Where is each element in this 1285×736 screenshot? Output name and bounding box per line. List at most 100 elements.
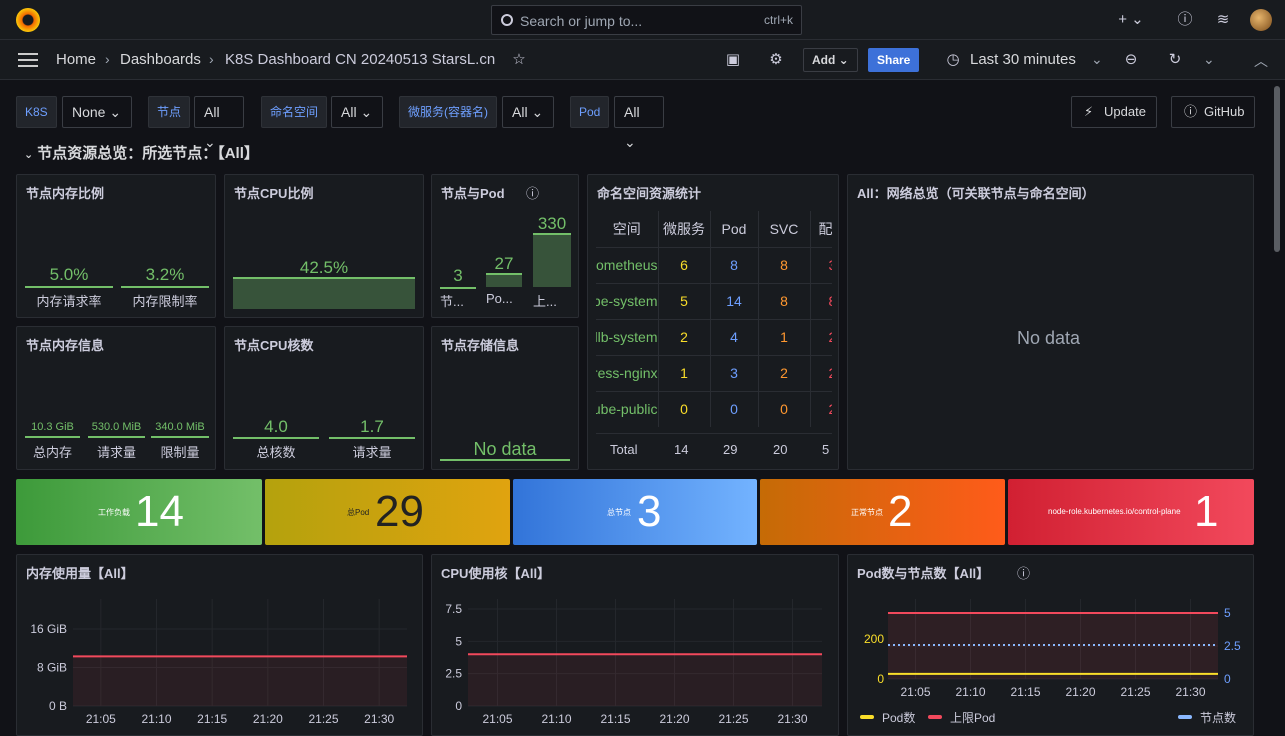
gauge-value: 4.0: [264, 417, 288, 436]
add-label: Add: [812, 53, 836, 67]
table-cell: 2: [809, 354, 832, 391]
no-data-text: No data: [473, 439, 537, 459]
star-icon[interactable]: ☆: [509, 50, 529, 70]
table-row[interactable]: ingress-nginx1322: [596, 354, 832, 391]
stat-nodes[interactable]: 总节点 3: [513, 479, 757, 545]
table-cell: 2: [809, 390, 832, 427]
gauge-bar: [25, 286, 113, 288]
grafana-logo-icon[interactable]: [16, 8, 40, 32]
gauge-label: 总核数: [256, 445, 296, 460]
bar-value: 27: [494, 254, 514, 273]
x-tick-label: 21:20: [1065, 685, 1095, 699]
share-button[interactable]: Share: [868, 48, 920, 72]
cpu-chart[interactable]: 7.5 5 2.5 0 21:05 21:10 21:15 21:20 21:25 21:30: [432, 555, 839, 736]
gauge-bar: [440, 459, 570, 461]
table-cell: 6: [657, 246, 710, 283]
gauge-bar: [121, 286, 209, 288]
panel-pods-nodes: Pod数与节点数【All】 ⓘ 200 0 5 2.5 0 21:05 21:10 21:15…: [847, 554, 1254, 736]
stat-value: 29: [375, 487, 424, 536]
y-tick-label: 5: [455, 634, 462, 648]
legend-label: Pod数: [882, 710, 915, 725]
github-link-button[interactable]: ⓘ GitHub: [1171, 96, 1256, 128]
stat-value: 1: [1194, 487, 1219, 536]
search-icon: [501, 14, 513, 26]
table-header-row: 空间 微服务 Pod SVC 配: [596, 211, 832, 247]
new-plus-icon[interactable]: + ⌄: [1114, 10, 1148, 30]
variable-value: None: [72, 104, 106, 120]
variable-value: All: [204, 104, 220, 120]
scrollbar[interactable]: [1274, 86, 1280, 252]
update-link-button[interactable]: ⚡ Update: [1071, 96, 1157, 128]
table-row[interactable]: prometheus6883: [596, 246, 832, 283]
zoom-out-icon[interactable]: ⊖: [1121, 50, 1141, 70]
chevron-right-icon: ›: [209, 51, 214, 67]
stat-pods[interactable]: 总Pod 29: [265, 479, 510, 545]
table-container[interactable]: 空间 微服务 Pod SVC 配 prometheus6883kube-syst…: [596, 211, 832, 451]
gauge-bar: [88, 436, 145, 438]
gauge-label: 总内存: [32, 445, 72, 460]
table-row[interactable]: metallb-system2412: [596, 318, 832, 355]
panel-title: 节点CPU比例: [234, 186, 314, 201]
col-header[interactable]: 微服务: [657, 211, 710, 247]
stat-workloads[interactable]: 工作负载 14: [16, 479, 262, 545]
panel-network: All：网络总览（可关联节点与命名空间） No data: [847, 174, 1254, 470]
stat-control-plane[interactable]: node-role.kubernetes.io/control-plane 1: [1008, 479, 1254, 545]
variable-select-pod[interactable]: All ⌄: [614, 96, 664, 150]
time-range-picker[interactable]: Last 30 minutes: [970, 51, 1076, 68]
x-tick-label: 21:25: [718, 712, 748, 726]
col-header[interactable]: SVC: [757, 211, 810, 247]
col-header[interactable]: 空间: [596, 211, 658, 247]
x-tick-label: 21:25: [308, 712, 338, 726]
gauge-label: 限制量: [160, 445, 200, 460]
memory-chart[interactable]: 16 GiB 8 GiB 0 B 21:05 21:10 21:15 21:20 21:25 2…: [17, 555, 423, 736]
footer-cell: 29: [723, 442, 738, 457]
news-rss-icon[interactable]: ≋: [1213, 10, 1233, 30]
footer-total-label: Total: [610, 442, 638, 457]
stat-ready-nodes[interactable]: 正常节点 2: [760, 479, 1005, 545]
info-icon[interactable]: ⓘ: [526, 183, 539, 202]
table-row[interactable]: kube-public0002: [596, 390, 832, 427]
gauge-value: 5.0%: [49, 265, 89, 284]
chevron-down-icon[interactable]: ⌄: [1203, 51, 1215, 68]
col-header[interactable]: Pod: [709, 211, 758, 247]
footer-cell: 20: [773, 442, 788, 457]
variable-select-service[interactable]: All ⌄: [502, 96, 554, 128]
gauge-fill: [233, 279, 415, 309]
panel-title: 命名空间资源统计: [597, 186, 702, 201]
series-fill: [468, 654, 822, 706]
add-button[interactable]: Add ⌄: [803, 48, 858, 72]
help-icon[interactable]: ⓘ: [1175, 10, 1195, 30]
row-title[interactable]: ⌄ 节点资源总览：所选节点：【All】: [24, 142, 259, 163]
panel-title: 节点内存信息: [26, 338, 105, 353]
panel-namespace-stats: 命名空间资源统计 空间 微服务 Pod SVC 配 prometheus6883…: [587, 174, 839, 470]
panel-title: 节点内存比例: [26, 186, 105, 201]
table-cell: 0: [757, 390, 810, 427]
variable-select-node[interactable]: All ⌄: [194, 96, 244, 150]
save-icon[interactable]: ▣: [723, 50, 743, 70]
gauge-bar: [25, 436, 80, 438]
legend-swatch: [928, 715, 942, 719]
variable-select-k8s[interactable]: None ⌄: [62, 96, 132, 128]
avatar[interactable]: [1250, 9, 1272, 31]
chevron-down-icon[interactable]: ⌄: [1091, 51, 1103, 68]
refresh-icon[interactable]: ↻: [1165, 50, 1185, 70]
stat-label: node-role.kubernetes.io/control-plane: [1048, 507, 1181, 516]
stat-label: 总节点: [607, 508, 631, 517]
y-tick-label-right: 0: [1224, 672, 1231, 686]
breadcrumb-home[interactable]: Home: [56, 51, 96, 68]
gauge-value: 3.2%: [145, 265, 185, 284]
col-header[interactable]: 配: [809, 211, 832, 247]
y-tick-label: 2.5: [445, 667, 462, 681]
gauge-value: 340.0 MiB: [155, 421, 205, 433]
table-row[interactable]: kube-system51488: [596, 282, 832, 319]
breadcrumb-dashboards[interactable]: Dashboards: [120, 51, 201, 68]
search-input[interactable]: Search or jump to... ctrl+k: [491, 5, 802, 35]
menu-icon[interactable]: [18, 53, 38, 67]
table-cell: ingress-nginx: [596, 354, 658, 391]
variable-select-namespace[interactable]: All ⌄: [331, 96, 383, 128]
pods-chart[interactable]: 200052.5021:05 21:10 21:15 21:20 21:25 21:30P…: [848, 555, 1254, 736]
settings-gear-icon[interactable]: ⚙: [766, 50, 786, 70]
y-tick-label-right: 5: [1224, 606, 1231, 620]
table-cell: 8: [809, 282, 832, 319]
collapse-icon[interactable]: ︿: [1254, 51, 1268, 71]
